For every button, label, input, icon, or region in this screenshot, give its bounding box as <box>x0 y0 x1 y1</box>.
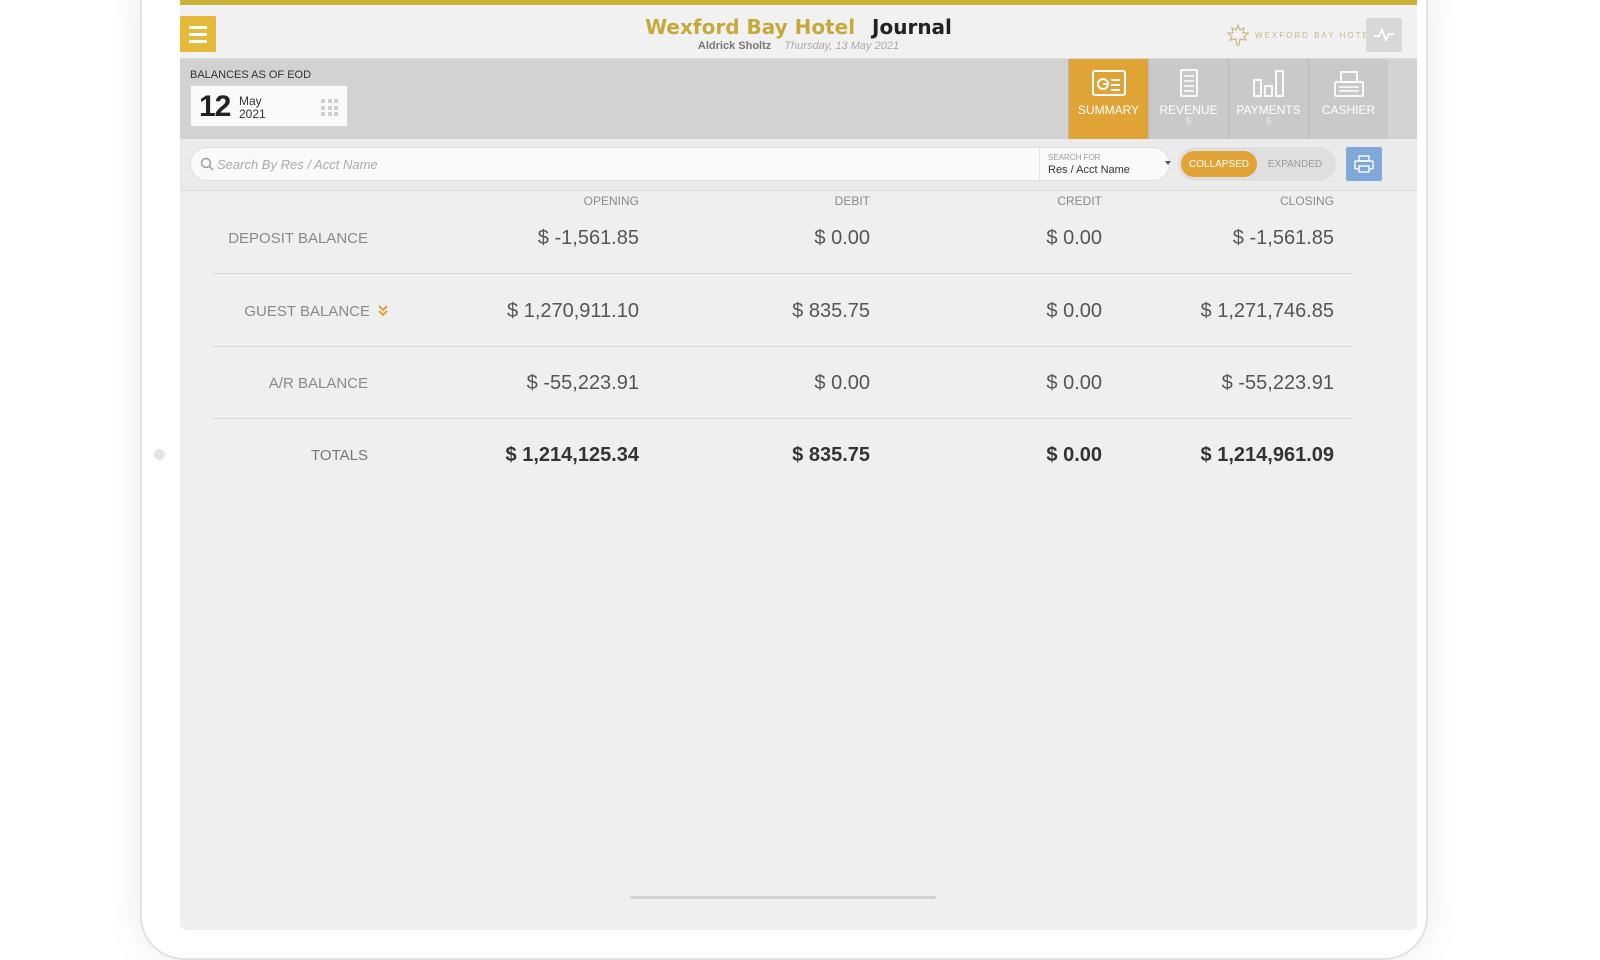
tab-revenue-label: REVENUE <box>1159 103 1218 117</box>
credit-total: $ 0.00 <box>1046 443 1102 466</box>
expanded-option[interactable]: EXPANDED <box>1257 151 1333 177</box>
debit-value: $ 0.00 <box>814 226 870 249</box>
revenue-icon <box>1171 67 1207 99</box>
closing-value: $ -55,223.91 <box>1221 371 1334 394</box>
debit-value: $ 0.00 <box>814 371 870 394</box>
user-name: Aldrick Sholtz <box>697 40 772 52</box>
tablet-camera <box>154 449 165 460</box>
cashier-icon <box>1331 67 1367 99</box>
business-date: Thursday, 13 May 2021 <box>784 40 900 52</box>
opening-value: $ -1,561.85 <box>537 226 639 249</box>
debit-total: $ 835.75 <box>792 443 870 466</box>
closing-value: $ -1,561.85 <box>1232 226 1334 249</box>
table-row-deposit-balance: DEPOSIT BALANCE $ -1,561.85 $ 0.00 $ 0.0… <box>212 202 1352 274</box>
table-row-ar-balance: A/R BALANCE $ -55,223.91 $ 0.00 $ 0.00 $… <box>212 347 1352 419</box>
row-label: A/R BALANCE <box>268 374 368 392</box>
tab-revenue[interactable]: REVENUE $ <box>1148 59 1228 139</box>
journal-tabs: SUMMARY REVENUE $ PAYMENTS $ CASHIER <box>1068 59 1388 147</box>
search-for-value: Res / Acct Name <box>1048 164 1130 176</box>
app-header: Wexford Bay Hotel Journal Aldrick Sholtz… <box>180 5 1417 59</box>
chevron-double-down-icon[interactable] <box>378 305 388 317</box>
closing-total: $ 1,214,961.09 <box>1200 443 1334 466</box>
tab-payments-label: PAYMENTS <box>1236 103 1301 117</box>
date-year: 2021 <box>239 107 266 121</box>
logo-text: WEXFORD BAY HOTEL <box>1255 30 1377 40</box>
opening-total: $ 1,214,125.34 <box>505 443 639 466</box>
calendar-grid-icon <box>321 99 339 117</box>
search-icon <box>200 157 214 171</box>
search-for-dropdown[interactable]: SEARCH FOR Res / Acct Name <box>1039 148 1179 182</box>
maple-leaf-icon <box>1227 24 1249 46</box>
table-row-totals: TOTALS $ 1,214,125.34 $ 835.75 $ 0.00 $ … <box>212 419 1352 491</box>
balance-toolbar: BALANCES AS OF EOD 12 May 2021 SUMMARY R <box>180 59 1417 147</box>
pulse-icon <box>1374 28 1394 42</box>
app-screen: Wexford Bay Hotel Journal Aldrick Sholtz… <box>180 0 1417 930</box>
totals-label: TOTALS <box>311 446 368 464</box>
opening-value: $ -55,223.91 <box>526 371 639 394</box>
debit-value: $ 835.75 <box>792 299 870 322</box>
opening-value: $ 1,270,911.10 <box>507 299 639 322</box>
table-row-guest-balance: GUEST BALANCE $ 1,270,911.10 $ 835.75 $ … <box>212 275 1352 347</box>
hotel-name: Wexford Bay Hotel <box>645 15 856 39</box>
closing-value: $ 1,271,746.85 <box>1200 299 1334 322</box>
tab-summary[interactable]: SUMMARY <box>1068 59 1148 147</box>
tab-summary-label: SUMMARY <box>1077 103 1140 117</box>
print-button[interactable] <box>1346 147 1382 181</box>
eod-label: BALANCES AS OF EOD <box>190 69 312 81</box>
credit-value: $ 0.00 <box>1046 226 1102 249</box>
guest-balance-label: GUEST BALANCE <box>244 302 370 320</box>
home-indicator <box>630 896 936 899</box>
printer-icon <box>1354 155 1374 173</box>
journal-title: Journal <box>872 15 952 39</box>
caret-down-icon <box>1165 161 1171 165</box>
search-input[interactable] <box>217 153 1017 175</box>
date-picker[interactable]: 12 May 2021 <box>190 85 348 127</box>
credit-value: $ 0.00 <box>1046 371 1102 394</box>
tab-payments[interactable]: PAYMENTS $ <box>1228 59 1308 139</box>
activity-button[interactable] <box>1366 18 1402 52</box>
search-bar: SEARCH FOR Res / Acct Name COLLAPSED EXP… <box>180 139 1417 191</box>
tab-cashier[interactable]: CASHIER <box>1308 59 1388 139</box>
row-label: GUEST BALANCE <box>212 275 388 347</box>
credit-value: $ 0.00 <box>1046 299 1102 322</box>
payments-icon <box>1251 67 1287 99</box>
row-label: DEPOSIT BALANCE <box>228 229 368 247</box>
view-toggle: COLLAPSED EXPANDED <box>1178 147 1336 181</box>
date-month: May <box>239 94 262 108</box>
hotel-logo: WEXFORD BAY HOTEL <box>1227 24 1376 46</box>
search-field: SEARCH FOR Res / Acct Name <box>190 147 1171 182</box>
tab-cashier-label: CASHIER <box>1321 103 1376 117</box>
summary-icon <box>1091 67 1127 99</box>
collapsed-option[interactable]: COLLAPSED <box>1181 151 1257 177</box>
date-day: 12 <box>199 90 231 123</box>
search-for-label: SEARCH FOR <box>1048 153 1101 162</box>
